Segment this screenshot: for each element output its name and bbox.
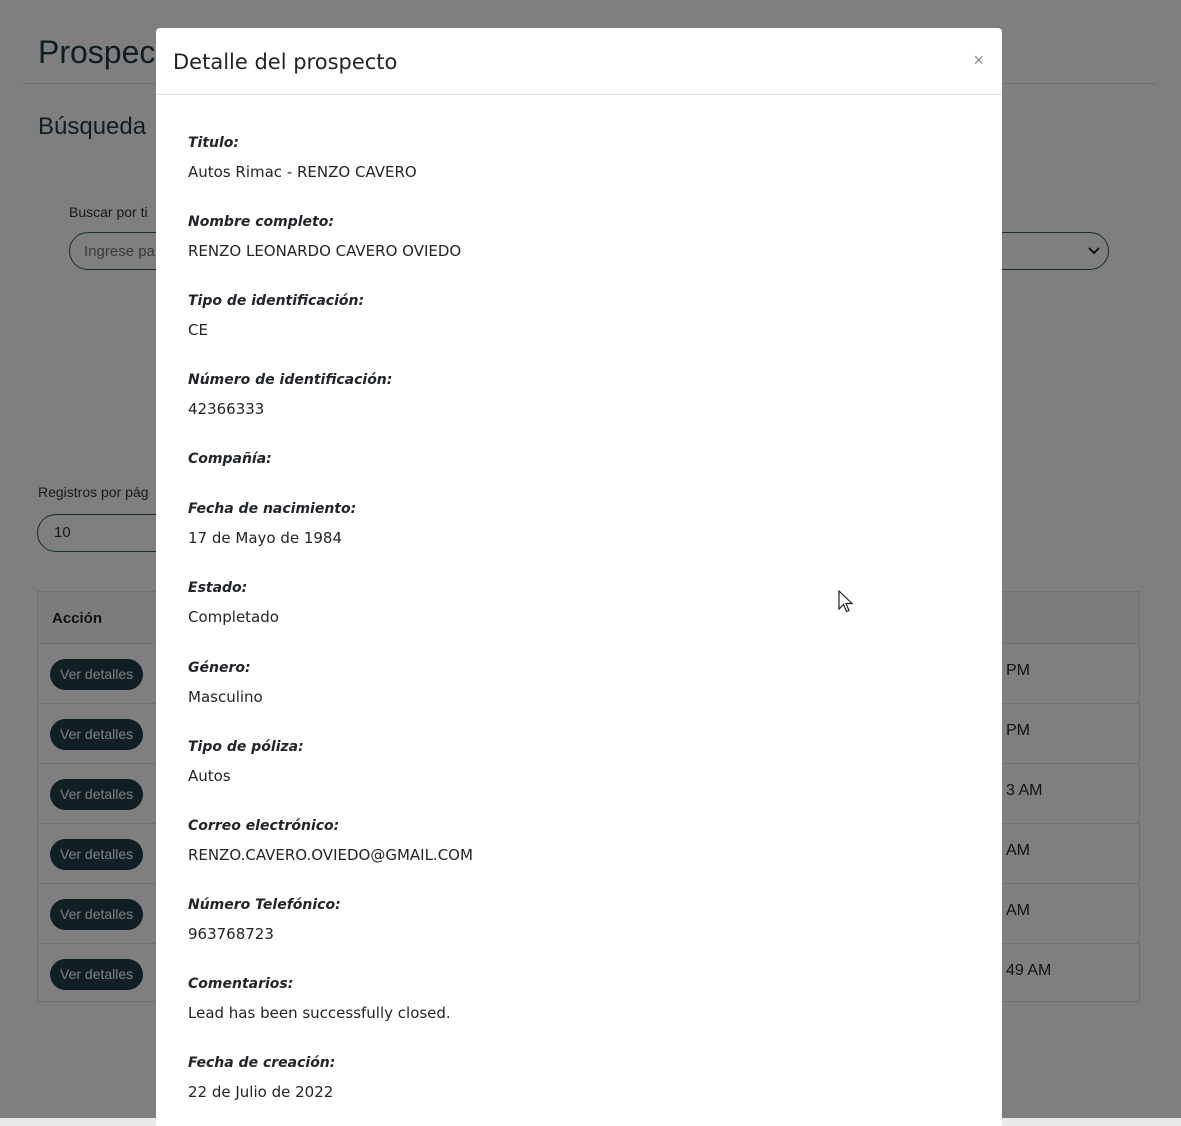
field-label: Fecha de creación: — [188, 1055, 336, 1072]
field-label: Nombre completo: — [188, 214, 334, 231]
field-creation-date: Fecha de creación: 22 de Julio de 2022 — [188, 1053, 968, 1126]
field-label: Tipo de póliza: — [188, 738, 304, 755]
field-title: Titulo: Autos Rimac - RENZO CAVERO — [188, 133, 968, 212]
close-icon[interactable]: × — [973, 50, 984, 71]
field-label: Comentarios: — [188, 975, 294, 992]
field-value: 17 de Mayo de 1984 — [188, 529, 343, 548]
field-value: RENZO LEONARDO CAVERO OVIEDO — [188, 242, 462, 261]
modal-header: Detalle del prospecto × — [156, 28, 1002, 95]
field-email: Correo electrónico: RENZO.CAVERO.OVIEDO@… — [188, 816, 968, 895]
field-value: Autos — [188, 766, 231, 785]
field-label: Tipo de identificación: — [188, 293, 365, 310]
field-label: Correo electrónico: — [188, 817, 340, 834]
field-value: Lead has been successfully closed. — [188, 1003, 451, 1022]
field-label: Compañía: — [188, 451, 272, 468]
field-value: 42366333 — [188, 400, 265, 419]
field-value: CE — [188, 321, 208, 340]
field-value: 22 de Julio de 2022 — [188, 1083, 334, 1102]
field-value: Masculino — [188, 687, 263, 706]
field-comments: Comentarios: Lead has been successfully … — [188, 974, 968, 1053]
prospect-detail-modal: Detalle del prospecto × Titulo: Autos Ri… — [156, 28, 1002, 1126]
field-full-name: Nombre completo: RENZO LEONARDO CAVERO O… — [188, 212, 968, 291]
field-birth-date: Fecha de nacimiento: 17 de Mayo de 1984 — [188, 499, 968, 578]
field-label: Fecha de nacimiento: — [188, 501, 357, 518]
field-label: Género: — [188, 659, 251, 676]
field-value: RENZO.CAVERO.OVIEDO@GMAIL.COM — [188, 845, 473, 864]
modal-body: Titulo: Autos Rimac - RENZO CAVERO Nombr… — [188, 133, 968, 1126]
field-id-type: Tipo de identificación: CE — [188, 291, 968, 370]
field-gender: Género: Masculino — [188, 658, 968, 737]
mouse-pointer-icon — [838, 589, 854, 614]
field-label: Número de identificación: — [188, 372, 393, 389]
field-phone: Número Telefónico: 963768723 — [188, 895, 968, 974]
field-label: Titulo: — [188, 135, 240, 151]
field-value: 963768723 — [188, 924, 274, 943]
field-value: Autos Rimac - RENZO CAVERO — [188, 163, 417, 181]
modal-title: Detalle del prospecto — [173, 50, 398, 74]
field-policy-type: Tipo de póliza: Autos — [188, 737, 968, 816]
field-id-number: Número de identificación: 42366333 — [188, 370, 968, 449]
field-company: Compañía: — [188, 449, 968, 499]
field-label: Número Telefónico: — [188, 896, 341, 913]
